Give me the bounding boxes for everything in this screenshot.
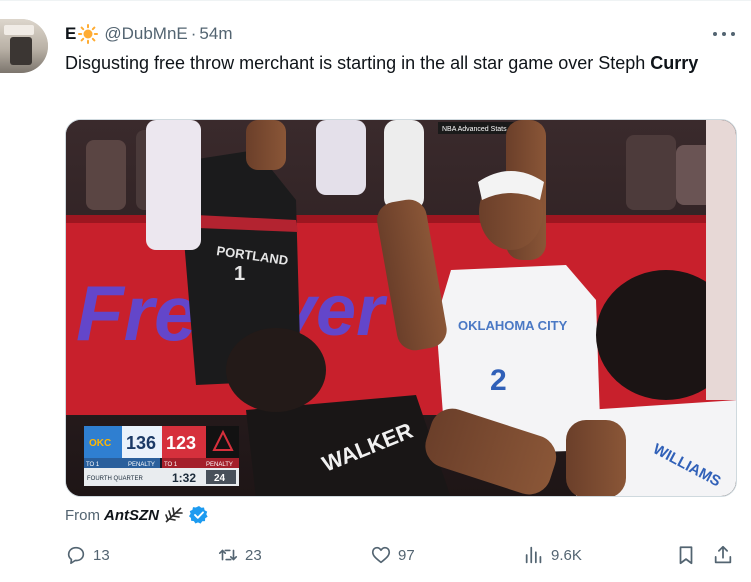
video-source-line: From AntSZN — [65, 505, 209, 525]
tweet-text-main: Disgusting free throw merchant is starti… — [65, 53, 646, 73]
center-player-team: OKLAHOMA CITY — [458, 318, 568, 333]
tweet-text-bold: Curry — [650, 53, 699, 73]
feather-emoji-icon — [165, 507, 183, 523]
away-timeouts: TO 1 — [164, 462, 178, 468]
shot-clock: 24 — [214, 473, 226, 484]
home-status: PENALTY — [128, 462, 155, 468]
reply-icon — [67, 546, 85, 565]
away-status: PENALTY — [206, 462, 233, 468]
sun-emoji-icon — [78, 24, 99, 44]
home-score: 136 — [126, 433, 156, 453]
home-timeouts: TO 1 — [86, 462, 100, 468]
reply-count: 13 — [93, 546, 110, 564]
like-count: 97 — [398, 546, 415, 564]
repost-count: 23 — [245, 546, 262, 564]
source-account-name[interactable]: AntSZN — [104, 507, 159, 524]
verified-badge-icon — [189, 506, 208, 524]
views-button[interactable]: 9.6K — [523, 542, 582, 568]
share-button[interactable] — [712, 542, 734, 568]
views-chart-icon — [525, 546, 542, 564]
display-name[interactable]: E — [65, 24, 76, 44]
bookmark-button[interactable] — [675, 542, 697, 568]
away-score: 123 — [166, 433, 196, 453]
top-divider — [0, 0, 751, 1]
tweet-actions-bar: 13 23 97 9.6K — [60, 542, 740, 568]
tweet-header: E @DubMnE · 54m — [65, 23, 233, 45]
video-media[interactable]: Free ver NBA Advanced Stats PORTLAND 1 O… — [65, 119, 737, 497]
left-player-number: 1 — [234, 263, 245, 285]
user-handle[interactable]: @DubMnE — [104, 24, 187, 44]
views-count: 9.6K — [551, 546, 582, 564]
scorebug: OKC 136 123 TO 1 PENALTY TO 1 PENALTY FO… — [84, 426, 239, 486]
from-label: From — [65, 506, 100, 524]
svg-text:OKC: OKC — [89, 438, 111, 449]
bookmark-icon — [679, 546, 693, 565]
game-clock: 1:32 — [172, 471, 196, 485]
avatar[interactable] — [0, 19, 48, 73]
like-button[interactable]: 97 — [370, 542, 415, 568]
reply-button[interactable]: 13 — [65, 542, 110, 568]
more-options-icon[interactable] — [713, 26, 735, 42]
share-icon — [714, 545, 732, 564]
center-player-number: 2 — [490, 364, 507, 397]
timestamp[interactable]: 54m — [199, 24, 232, 44]
repost-icon — [218, 549, 238, 561]
repost-button[interactable]: 23 — [217, 542, 262, 568]
period-label: FOURTH QUARTER — [87, 476, 143, 482]
tweet-text: Disgusting free throw merchant is starti… — [65, 51, 735, 76]
separator-dot: · — [190, 24, 197, 43]
broadcaster-tag: NBA Advanced Stats — [442, 126, 507, 133]
heart-icon — [371, 546, 391, 564]
